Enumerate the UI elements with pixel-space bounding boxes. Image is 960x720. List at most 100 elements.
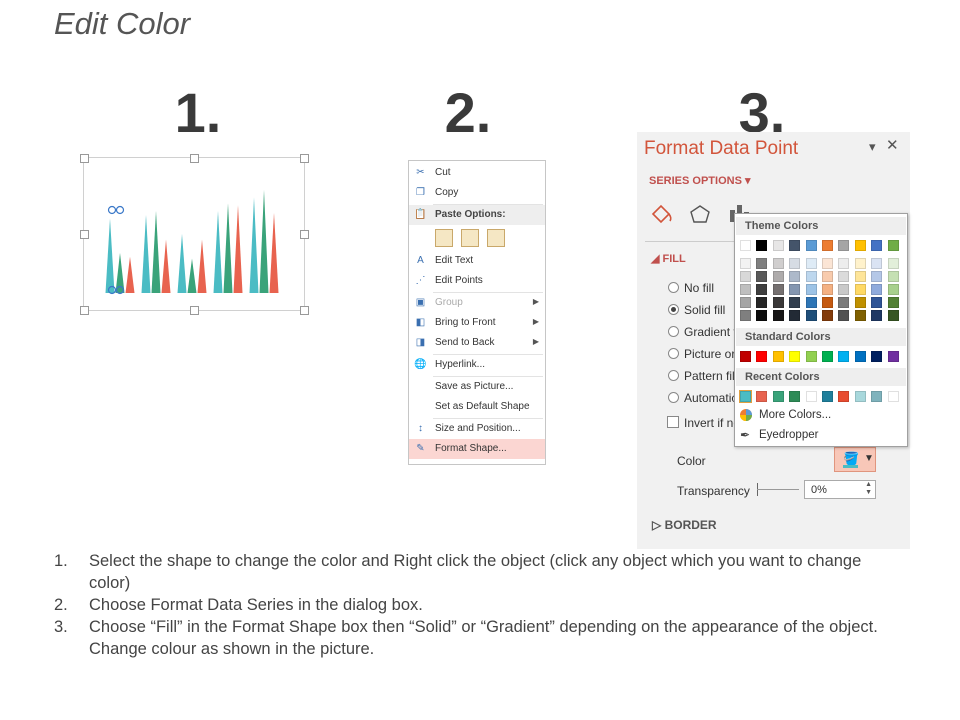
pane-options-icon[interactable]: ▾ — [869, 139, 876, 155]
theme-color-swatch[interactable] — [887, 240, 899, 251]
menu-item[interactable]: ⋰ Edit Points — [409, 271, 545, 291]
theme-shade-swatch[interactable] — [756, 297, 768, 308]
fill-line-tab-icon[interactable] — [651, 204, 672, 224]
theme-shade-swatch[interactable] — [805, 310, 817, 321]
recent-color-swatch[interactable] — [822, 391, 833, 402]
theme-shade-swatch[interactable] — [805, 258, 817, 269]
theme-shade-swatch[interactable] — [740, 284, 751, 295]
theme-shade-swatch[interactable] — [822, 297, 833, 308]
theme-shade-swatch[interactable] — [756, 258, 768, 269]
chart-spike[interactable] — [151, 210, 161, 293]
fill-option-radio[interactable]: Picture or texture fill — [668, 347, 734, 361]
theme-shade-swatch[interactable] — [822, 271, 833, 282]
menu-item[interactable]: A Edit Text — [409, 251, 545, 271]
theme-shade-swatch[interactable] — [789, 310, 801, 321]
theme-shade-swatch[interactable] — [756, 310, 768, 321]
theme-shade-swatch[interactable] — [772, 284, 784, 295]
standard-color-swatch[interactable] — [854, 351, 866, 362]
theme-shade-swatch[interactable] — [854, 271, 866, 282]
menu-item[interactable]: ❐ Copy — [409, 183, 545, 203]
recent-color-swatch[interactable] — [756, 391, 768, 402]
theme-shade-swatch[interactable] — [805, 284, 817, 295]
theme-shade-swatch[interactable] — [772, 310, 784, 321]
theme-shade-swatch[interactable] — [756, 284, 768, 295]
theme-shade-swatch[interactable] — [772, 258, 784, 269]
chart-spike[interactable] — [223, 203, 233, 293]
theme-shade-swatch[interactable] — [871, 271, 883, 282]
fill-option-radio[interactable]: Pattern fill — [668, 369, 734, 383]
chart-spike[interactable] — [213, 210, 223, 293]
chart-spike[interactable] — [259, 189, 269, 293]
theme-shade-swatch[interactable] — [871, 297, 883, 308]
close-icon[interactable]: ✕ — [886, 136, 899, 154]
standard-color-swatch[interactable] — [871, 351, 883, 362]
recent-color-swatch[interactable] — [838, 391, 850, 402]
theme-shade-swatch[interactable] — [772, 297, 784, 308]
theme-shade-swatch[interactable] — [854, 297, 866, 308]
selection-marker[interactable] — [107, 205, 117, 215]
selection-marker[interactable] — [115, 205, 125, 215]
recent-color-swatch[interactable] — [739, 390, 752, 403]
fill-section-header[interactable]: ◢ FILL — [651, 252, 686, 265]
selected-chart-frame[interactable] — [80, 154, 309, 315]
series-options-dropdown[interactable]: SERIES OPTIONS ▾ — [649, 174, 751, 187]
theme-shade-swatch[interactable] — [854, 284, 866, 295]
menu-item[interactable]: ✂ Cut — [409, 163, 545, 183]
theme-shade-swatch[interactable] — [854, 310, 866, 321]
more-colors-item[interactable]: More Colors... — [759, 409, 831, 421]
recent-color-swatch[interactable] — [871, 391, 883, 402]
theme-shade-swatch[interactable] — [789, 297, 801, 308]
theme-color-swatch[interactable] — [805, 240, 817, 251]
theme-shade-swatch[interactable] — [756, 271, 768, 282]
theme-shade-swatch[interactable] — [871, 310, 883, 321]
resize-handle-br[interactable] — [300, 306, 309, 315]
chart-spike[interactable] — [177, 233, 187, 293]
recent-color-swatch[interactable] — [854, 391, 866, 402]
menu-item[interactable]: ◧ Bring to Front ▶ — [409, 313, 545, 333]
theme-shade-swatch[interactable] — [887, 271, 899, 282]
fill-option-radio[interactable]: No fill — [668, 281, 734, 295]
resize-handle-tr[interactable] — [300, 154, 309, 163]
recent-color-swatch[interactable] — [789, 391, 801, 402]
spinner-arrows-icon[interactable]: ▲ ▼ — [865, 481, 872, 497]
theme-shade-swatch[interactable] — [805, 271, 817, 282]
chart-spike[interactable] — [233, 205, 243, 293]
standard-color-swatch[interactable] — [838, 351, 850, 362]
theme-shade-swatch[interactable] — [822, 284, 833, 295]
theme-shade-swatch[interactable] — [740, 310, 751, 321]
theme-shade-swatch[interactable] — [789, 284, 801, 295]
chart-spike[interactable] — [269, 212, 279, 293]
menu-item[interactable]: ✎ Format Shape... — [409, 439, 545, 459]
menu-item[interactable]: 🌐 Hyperlink... — [409, 355, 545, 375]
paste-picture-icon[interactable] — [487, 229, 505, 247]
standard-color-swatch[interactable] — [772, 351, 784, 362]
paste-format-icon[interactable] — [461, 229, 479, 247]
transparency-spinner[interactable]: 0% ▲ ▼ — [804, 480, 876, 499]
theme-shade-swatch[interactable] — [805, 297, 817, 308]
chart-spike[interactable] — [125, 256, 135, 293]
theme-shade-swatch[interactable] — [838, 284, 850, 295]
theme-shade-swatch[interactable] — [887, 310, 899, 321]
theme-shade-swatch[interactable] — [838, 258, 850, 269]
fill-option-radio[interactable]: Solid fill — [668, 303, 734, 317]
theme-color-swatch[interactable] — [789, 240, 801, 251]
theme-shade-swatch[interactable] — [772, 271, 784, 282]
resize-handle-right[interactable] — [300, 230, 309, 239]
chart-spike[interactable] — [249, 197, 259, 293]
theme-shade-swatch[interactable] — [822, 258, 833, 269]
theme-shade-swatch[interactable] — [822, 310, 833, 321]
chart-spike[interactable] — [197, 239, 207, 293]
fill-option-radio[interactable]: Automatic — [668, 391, 734, 405]
theme-shade-swatch[interactable] — [887, 297, 899, 308]
fill-color-button[interactable]: 🪣 ▼ — [834, 447, 876, 472]
eyedropper-item[interactable]: Eyedropper — [759, 429, 818, 441]
theme-color-swatch[interactable] — [740, 240, 751, 251]
chart-spike[interactable] — [187, 258, 197, 293]
theme-shade-swatch[interactable] — [789, 271, 801, 282]
standard-color-swatch[interactable] — [740, 351, 751, 362]
effects-tab-icon[interactable] — [690, 205, 710, 223]
standard-color-swatch[interactable] — [887, 351, 899, 362]
recent-color-swatch[interactable] — [887, 391, 899, 402]
resize-handle-bl[interactable] — [80, 306, 89, 315]
menu-item[interactable]: Set as Default Shape — [409, 397, 545, 417]
